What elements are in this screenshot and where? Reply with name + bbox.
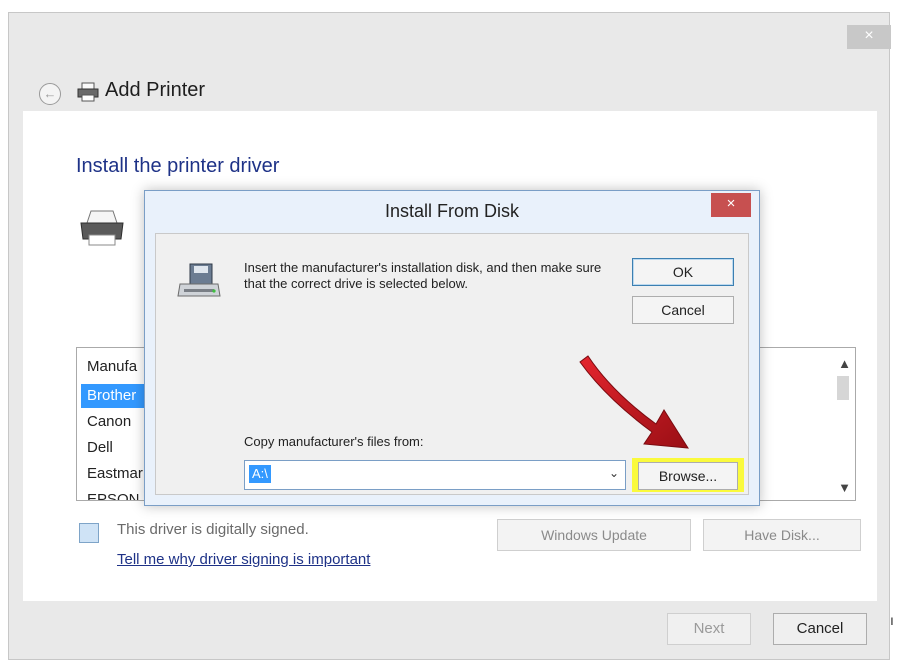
have-disk-button[interactable]: Have Disk... — [703, 519, 861, 551]
driver-signing-link[interactable]: Tell me why driver signing is important — [117, 551, 370, 568]
scroll-up-icon[interactable]: ▲ — [838, 356, 851, 371]
path-value: A:\ — [249, 465, 271, 483]
window-close-button[interactable]: × — [847, 25, 891, 49]
dialog-title: Install From Disk — [384, 201, 519, 221]
scrollbar-thumb[interactable] — [837, 376, 849, 400]
printer-icon — [77, 209, 127, 254]
ok-button[interactable]: OK — [632, 258, 734, 286]
windows-update-button[interactable]: Windows Update — [497, 519, 691, 551]
dialog-body: Insert the manufacturer's installation d… — [155, 233, 749, 495]
install-from-disk-dialog: Install From Disk × Insert the manufactu… — [144, 190, 760, 506]
window-title: Add Printer — [105, 79, 206, 101]
disk-drive-icon — [176, 262, 222, 307]
back-arrow-icon: ← — [43, 86, 57, 101]
browse-button[interactable]: Browse... — [638, 462, 738, 490]
background-fragment: ı — [890, 612, 894, 628]
scroll-down-icon[interactable]: ▼ — [838, 480, 851, 495]
page-title: Install the printer driver — [76, 155, 280, 177]
dialog-instruction: Insert the manufacturer's installation d… — [244, 260, 602, 291]
signed-status-text: This driver is digitally signed. — [117, 521, 309, 538]
back-button[interactable]: ← — [39, 83, 61, 105]
manufacturer-column-header: Manufa — [87, 358, 138, 375]
close-icon: × — [726, 195, 736, 212]
printer-icon — [77, 82, 99, 107]
next-button[interactable]: Next — [667, 613, 751, 645]
close-icon: × — [864, 27, 874, 44]
dialog-close-button[interactable]: × — [711, 193, 751, 217]
copy-from-combobox[interactable]: A:\ ⌄ — [244, 460, 626, 490]
certificate-icon — [79, 523, 99, 543]
wizard-cancel-button[interactable]: Cancel — [773, 613, 867, 645]
chevron-down-icon[interactable]: ⌄ — [609, 466, 619, 480]
wizard-footer: Next Cancel — [9, 601, 889, 659]
copy-from-label: Copy manufacturer's files from: — [244, 434, 424, 449]
dialog-cancel-button[interactable]: Cancel — [632, 296, 734, 324]
